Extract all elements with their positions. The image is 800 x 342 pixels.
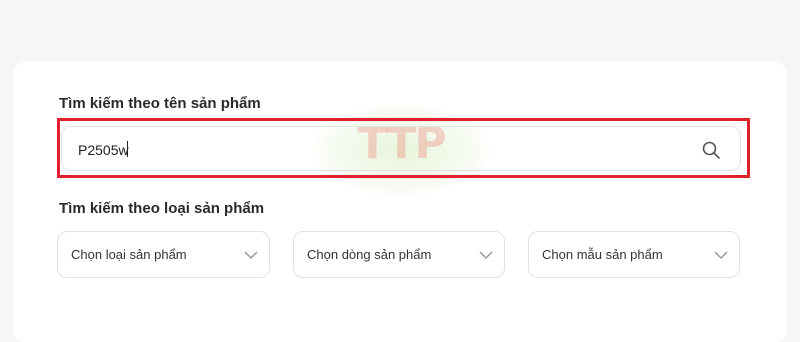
- product-type-select[interactable]: Chọn loại sản phẩm: [57, 231, 270, 278]
- chevron-down-icon: [478, 248, 494, 260]
- chevron-down-icon: [713, 248, 729, 260]
- product-line-select-label: Chọn dòng sản phẩm: [307, 247, 432, 262]
- product-line-select[interactable]: Chọn dòng sản phẩm: [293, 231, 505, 278]
- text-cursor: [127, 141, 128, 157]
- search-by-name-label: Tìm kiếm theo tên sản phẩm: [59, 95, 261, 112]
- search-input[interactable]: [78, 140, 678, 160]
- search-by-type-label: Tìm kiếm theo loại sản phẩm: [59, 200, 265, 217]
- product-type-select-label: Chọn loại sản phẩm: [71, 247, 187, 262]
- search-icon[interactable]: [701, 140, 721, 160]
- product-model-select[interactable]: Chọn mẫu sản phẩm: [528, 231, 740, 278]
- product-model-select-label: Chọn mẫu sản phẩm: [542, 247, 663, 262]
- chevron-down-icon: [243, 248, 259, 260]
